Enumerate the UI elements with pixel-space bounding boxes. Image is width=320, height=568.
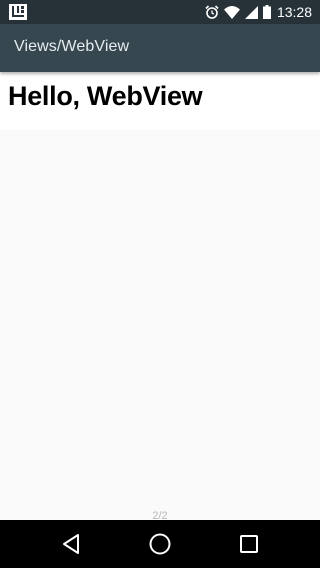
launcher-icon	[9, 4, 27, 20]
recents-button-icon[interactable]	[237, 532, 261, 556]
home-button-icon[interactable]	[148, 532, 172, 556]
status-bar: 13:28	[0, 0, 320, 24]
signal-icon	[244, 5, 258, 19]
status-time: 13:28	[276, 4, 312, 20]
wifi-icon	[223, 5, 240, 19]
navigation-bar	[0, 520, 320, 568]
webview-header: Hello, WebView	[0, 72, 320, 130]
app-title: Views/WebView	[14, 38, 130, 55]
alarm-icon	[205, 5, 219, 19]
app-bar: Views/WebView	[0, 24, 320, 72]
status-icons: 13:28	[200, 0, 312, 24]
webview-heading: Hello, WebView	[8, 81, 203, 111]
back-button-icon[interactable]	[59, 532, 83, 556]
battery-icon	[262, 5, 271, 19]
device-screen: 13:28 Views/WebView Hello, WebView 2/2	[0, 0, 320, 568]
webview-content-area[interactable]	[0, 130, 320, 497]
